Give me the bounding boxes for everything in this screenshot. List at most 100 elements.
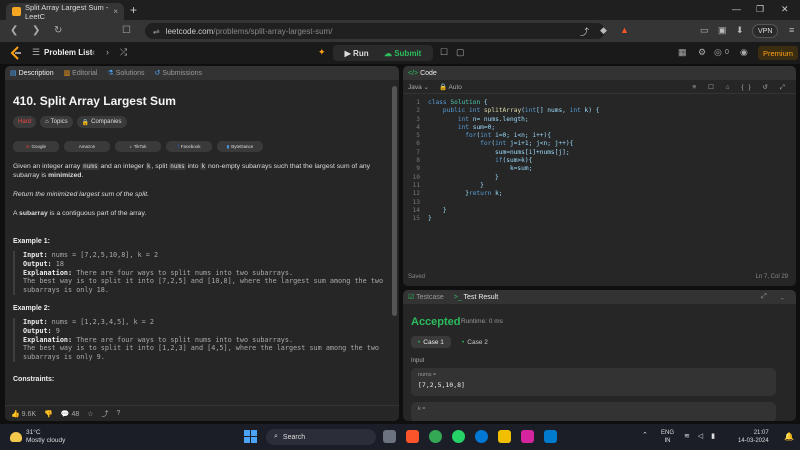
close-window-icon[interactable]: ✕ [781,4,789,15]
notification-icon[interactable]: 🔔 [784,432,794,441]
instagram-icon[interactable] [521,430,534,443]
code-line[interactable]: 2 public int splitArray(int[] nums, int … [403,107,796,115]
companies-button[interactable]: 🔒 Companies [76,116,127,128]
browser-tab[interactable]: Split Array Largest Sum - LeetC × [6,3,124,21]
next-problem-icon[interactable]: › [106,47,109,57]
taskbar-search[interactable]: ⌕ Search [266,429,376,445]
company-tiktok[interactable]: ♪ TikTok [115,141,161,152]
windows-start-icon[interactable] [244,430,257,443]
share-icon[interactable]: ⤴ [580,25,589,38]
wifi-volume-battery-icons[interactable]: ≋ ◁ ▮ [684,432,718,440]
topics-label: Topics [50,119,68,125]
tab-solutions[interactable]: ⚗ Solutions [107,69,144,77]
vpn-button[interactable]: VPN [752,24,779,38]
forward-icon[interactable]: ❯ [32,25,40,36]
company-label: Google [31,144,47,149]
language-indicator[interactable]: ENG IN [661,429,674,445]
close-icon[interactable]: × [113,7,118,16]
code-editor[interactable]: 1 class Solution {2 public int splitArray… [403,99,796,223]
task-view-icon[interactable] [383,430,396,443]
help-icon[interactable]: ? [117,410,121,417]
weather-widget[interactable]: 31°C Mostly cloudy [10,429,65,445]
topics-button[interactable]: ⌂ Topics [40,116,73,128]
code-line[interactable]: 9 k=sum; [403,165,796,173]
submit-button[interactable]: ☁ Submit [384,49,421,58]
shuffle-icon[interactable]: ⤮ [120,47,127,58]
brave-shield-icon[interactable]: ◆ [600,25,607,36]
new-tab-button[interactable]: + [130,3,137,17]
auto-complete-toggle[interactable]: 🔒 Auto [439,83,462,91]
problem-list-link[interactable]: Problem List [44,48,92,57]
code-line[interactable]: 6 for(int j=i+1; j<n; j++){ [403,140,796,148]
company-amazon[interactable]: Amazon [64,141,110,152]
code-line[interactable]: 4 int sum=0; [403,124,796,132]
brave-rewards-icon[interactable]: ▲ [620,25,629,35]
code-line[interactable]: 5 for(int i=0; i<n; i++){ [403,132,796,140]
maximize-icon[interactable]: ❐ [756,4,764,15]
avatar[interactable]: ◉ [740,47,748,58]
code-line[interactable]: 11 } [403,182,796,190]
tab-submissions[interactable]: ↺ Submissions [155,69,203,77]
code-line[interactable]: 7 sum=nums[i]+nums[j]; [403,149,796,157]
case-2-tab[interactable]: • Case 2 [455,336,495,348]
prev-problem-icon[interactable]: ‹ [92,47,95,57]
file-explorer-icon[interactable] [498,430,511,443]
share-icon[interactable]: ⤴ [102,409,109,419]
like-button[interactable]: 👍 9.6K [11,410,36,418]
back-icon[interactable]: ❮ [10,25,18,36]
menu-icon[interactable]: ≡ [789,25,794,35]
edge-icon[interactable] [475,430,488,443]
bookmark-icon[interactable]: ☐ [122,25,131,36]
panel-actions[interactable]: ⤢ ⌄ [761,293,790,301]
case-1-tab[interactable]: • Case 1 [411,336,451,348]
settings-icon[interactable]: ⚙ [698,47,706,58]
reload-icon[interactable]: ↻ [54,25,62,36]
company-bytedance[interactable]: ▮ ByteDance [217,141,263,152]
clock[interactable]: 21:07 14-03-2024 [738,429,769,445]
code-line[interactable]: 8 if(sum>k){ [403,157,796,165]
code-line[interactable]: 12 }return k; [403,190,796,198]
brave-icon[interactable] [406,430,419,443]
code-line[interactable]: 15} [403,215,796,223]
system-tray[interactable]: ⌃ [642,431,648,439]
chat-icon[interactable]: ▢ [456,47,465,58]
url-field[interactable]: ⇌ leetcode.com/problems/split-array-larg… [145,23,605,39]
line-number: 3 [416,115,420,123]
language-select[interactable]: Java ⌄ [408,83,429,91]
dislike-button[interactable]: 👎 [44,410,53,418]
tab-testcase[interactable]: ☑ Testcase [408,293,444,301]
debug-icon[interactable]: ✦ [318,47,326,58]
code-line[interactable]: 1 class Solution { [403,99,796,107]
premium-button[interactable]: Premium [758,46,799,60]
scrollbar[interactable] [392,86,397,316]
minimize-icon[interactable]: — [732,4,741,14]
code-text: int sum=0; [457,123,496,131]
comments-button[interactable]: 💬 48 [61,410,79,418]
leetcode-logo-icon[interactable] [10,46,22,60]
list-icon[interactable]: ☰ [32,47,40,58]
sidebar-icon[interactable]: ▭ [700,25,709,36]
tab-description[interactable]: ▤ Description [10,69,54,77]
layout-icon[interactable]: ▦ [678,47,687,58]
company-google[interactable]: G Google [13,141,59,152]
coin-icon[interactable]: ◎ [714,47,722,58]
notes-icon[interactable]: ☐ [440,47,448,58]
site-info-icon[interactable]: ⇌ [153,27,160,36]
code-line[interactable]: 3 int n= nums.length; [403,116,796,124]
run-button[interactable]: ▶ Run [345,49,369,58]
tab-editorial[interactable]: ▥ Editorial [64,69,98,77]
whatsapp-icon[interactable] [452,430,465,443]
text: is a contiguous part of the array. [47,210,147,217]
code-line[interactable]: 10 } [403,174,796,182]
download-icon[interactable]: ⬇ [736,25,744,36]
code-line[interactable]: 14 } [403,207,796,215]
vscode-icon[interactable] [544,430,557,443]
company-facebook[interactable]: f Facebook [166,141,212,152]
code-line[interactable]: 13 [403,199,796,207]
chrome-icon[interactable] [429,430,442,443]
editor-actions[interactable]: ≡ ☐ ⌂ {} ↺ ⤢ [692,83,790,92]
tab-code[interactable]: </> Code [408,70,437,77]
tab-test-result[interactable]: >_ Test Result [454,294,498,301]
wallet-icon[interactable]: ▣ [718,25,727,36]
star-icon[interactable]: ☆ [87,410,93,418]
